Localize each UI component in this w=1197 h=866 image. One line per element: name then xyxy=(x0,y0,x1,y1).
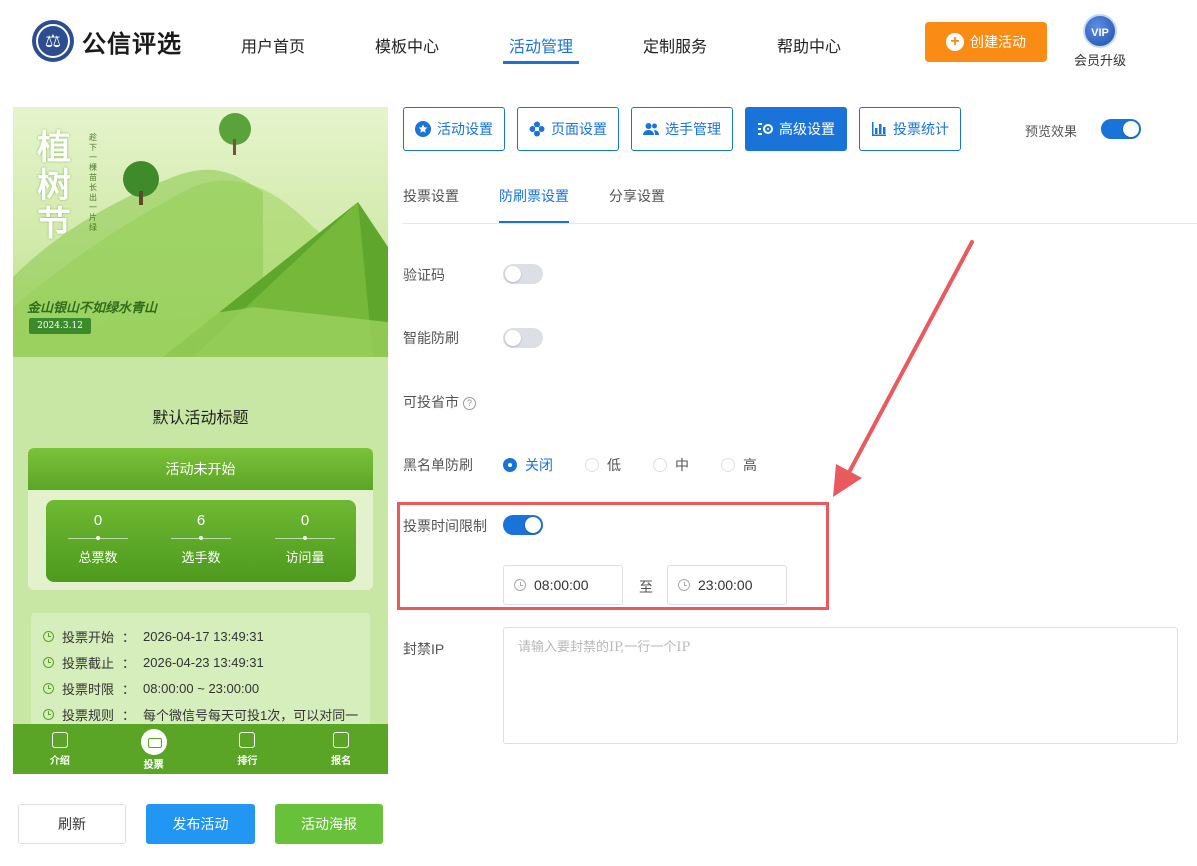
clock-icon xyxy=(43,630,54,642)
stat-visits: 0 访问量 xyxy=(253,512,357,566)
users-icon xyxy=(643,123,659,135)
subtab-anti-fraud[interactable]: 防刷票设置 xyxy=(499,186,569,206)
info-vote-start: 投票开始： 2026-04-17 13:49:31 xyxy=(43,623,358,649)
stats-box: 0 总票数 6 选手数 0 访问量 xyxy=(46,500,356,582)
blacklist-label: 黑名单防刷 xyxy=(403,457,473,473)
refresh-button[interactable]: 刷新 xyxy=(18,804,126,844)
nav-activity-manage[interactable]: 活动管理 xyxy=(509,33,573,57)
create-activity-button[interactable]: + 创建活动 xyxy=(925,22,1047,62)
create-activity-label: 创建活动 xyxy=(970,34,1026,50)
ballot-icon xyxy=(140,729,167,755)
tab-signup[interactable]: 报名 xyxy=(294,724,388,774)
smart-guard-switch[interactable] xyxy=(503,328,543,348)
blacklist-radio-high[interactable]: 高 xyxy=(721,455,757,475)
banner-vertical-text: 趁下一棵苗长出一片绿 xyxy=(89,133,97,232)
info-icon xyxy=(43,708,54,720)
captcha-switch[interactable] xyxy=(503,264,543,284)
ban-ip-label: 封禁IP xyxy=(403,641,445,657)
tool-page-settings[interactable]: 页面设置 xyxy=(517,107,619,151)
tool-advanced-settings[interactable]: 高级设置 xyxy=(745,107,847,151)
annotation-highlight-box xyxy=(397,502,829,610)
tool-activity-settings[interactable]: 活动设置 xyxy=(403,107,505,151)
tab-intro[interactable]: 介绍 xyxy=(13,724,107,774)
document-icon xyxy=(51,732,68,748)
nav-active-underline xyxy=(503,61,579,64)
scales-logo-icon: ⚖ xyxy=(32,20,74,62)
province-city-label: 可投省市? xyxy=(403,392,476,412)
clock-icon xyxy=(43,656,54,668)
gears-icon xyxy=(758,123,773,135)
subtab-vote-settings[interactable]: 投票设置 xyxy=(403,186,459,206)
stats-card: 活动未开始 0 总票数 6 选手数 0 访问量 xyxy=(28,448,373,590)
blacklist-radio-mid[interactable]: 中 xyxy=(653,455,689,475)
flower-icon xyxy=(529,121,545,137)
blacklist-radio-low[interactable]: 低 xyxy=(585,455,621,475)
info-vote-time-limit: 投票时限： 08:00:00 ~ 23:00:00 xyxy=(43,675,358,701)
tool-contestant-manage[interactable]: 选手管理 xyxy=(631,107,733,151)
publish-activity-button[interactable]: 发布活动 xyxy=(146,804,255,844)
banner-slogan: 金山银山不如绿水青山 xyxy=(27,300,158,315)
subtab-share-settings[interactable]: 分享设置 xyxy=(609,186,665,206)
stat-contestants: 6 选手数 xyxy=(149,512,253,566)
tool-vote-statistics[interactable]: 投票统计 xyxy=(859,107,961,151)
star-icon xyxy=(415,121,431,137)
activity-poster-button[interactable]: 活动海报 xyxy=(275,804,383,844)
activity-title: 默认活动标题 xyxy=(152,410,249,427)
tab-vote[interactable]: 投票 xyxy=(107,724,201,774)
plus-circle-icon: + xyxy=(946,33,964,51)
vip-badge-icon: VIP xyxy=(1083,14,1117,48)
smart-guard-label: 智能防刷 xyxy=(403,330,459,346)
mobile-preview: 植树节 趁下一棵苗长出一片绿 金山银山不如绿水青山 2024.3.12 默认活动… xyxy=(13,107,388,774)
nav-help-center[interactable]: 帮助中心 xyxy=(777,33,841,57)
question-icon[interactable]: ? xyxy=(463,397,476,410)
chart-icon xyxy=(239,732,256,748)
nav-user-home[interactable]: 用户首页 xyxy=(241,33,305,57)
activity-status: 活动未开始 xyxy=(28,448,373,490)
vip-upgrade[interactable]: VIP 会员升级 xyxy=(1068,14,1132,69)
tab-ranking[interactable]: 排行 xyxy=(201,724,295,774)
preview-effect-label: 预览效果 xyxy=(1025,124,1078,139)
brand-logo[interactable]: ⚖ 公信评选 xyxy=(32,20,182,62)
subtab-divider xyxy=(403,223,1197,224)
captcha-label: 验证码 xyxy=(403,267,445,283)
top-header: ⚖ 公信评选 用户首页 模板中心 活动管理 定制服务 帮助中心 + 创建活动 V… xyxy=(0,0,1197,88)
banner-date: 2024.3.12 xyxy=(29,318,91,334)
stat-total-votes: 0 总票数 xyxy=(46,512,150,566)
edit-icon xyxy=(333,732,350,748)
brand-name: 公信评选 xyxy=(82,30,182,58)
mobile-tabbar: 介绍 投票 排行 报名 xyxy=(13,724,388,774)
nav-custom-service[interactable]: 定制服务 xyxy=(643,33,707,57)
vip-upgrade-label: 会员升级 xyxy=(1073,53,1126,68)
bar-chart-icon xyxy=(872,122,886,136)
clock-icon xyxy=(43,682,54,694)
ban-ip-textarea[interactable] xyxy=(503,627,1178,744)
blacklist-radio-off[interactable]: 关闭 xyxy=(503,455,553,475)
activity-banner: 植树节 趁下一棵苗长出一片绿 金山银山不如绿水青山 2024.3.12 xyxy=(13,107,388,357)
info-vote-end: 投票截止： 2026-04-23 13:49:31 xyxy=(43,649,358,675)
banner-title: 植树节 xyxy=(37,128,71,244)
nav-template-center[interactable]: 模板中心 xyxy=(375,33,439,57)
preview-effect-switch[interactable] xyxy=(1101,119,1141,139)
subtab-active-underline xyxy=(499,221,569,223)
